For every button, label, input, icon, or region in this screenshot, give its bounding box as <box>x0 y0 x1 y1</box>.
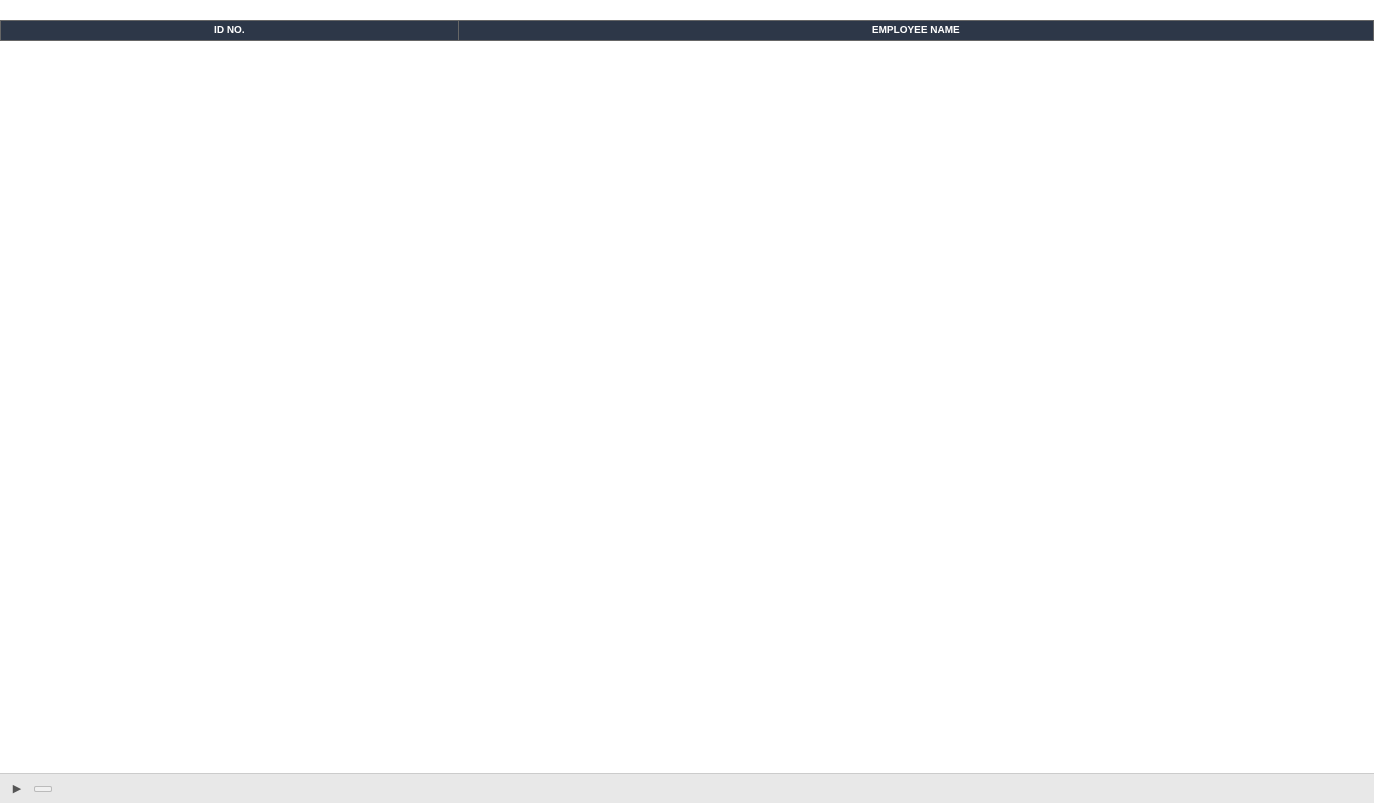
add-tab-button[interactable] <box>34 786 52 792</box>
spreadsheet-area: ID NO. EMPLOYEE NAME <box>0 0 1374 773</box>
col-name-header: EMPLOYEE NAME <box>458 21 1373 41</box>
table-header: ID NO. EMPLOYEE NAME <box>1 21 1374 41</box>
meta-row <box>0 12 1374 20</box>
shift-table: ID NO. EMPLOYEE NAME <box>0 20 1374 41</box>
table-container: ID NO. EMPLOYEE NAME <box>0 20 1374 773</box>
bottom-bar: ▶ <box>0 773 1374 803</box>
page-title <box>0 0 1374 12</box>
col-id-header: ID NO. <box>1 21 459 41</box>
play-button[interactable]: ▶ <box>8 780 26 798</box>
